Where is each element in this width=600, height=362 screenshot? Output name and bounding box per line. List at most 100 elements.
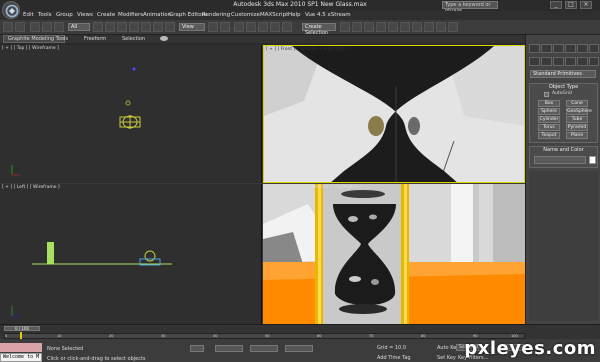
menu-views[interactable]: Views (77, 12, 93, 18)
align-icon[interactable] (352, 22, 362, 32)
menu-modifiers[interactable]: Modifiers (118, 12, 143, 18)
selection-status: None Selected (47, 346, 84, 352)
systems-icon[interactable] (589, 57, 599, 66)
menu-rendering[interactable]: Rendering (202, 12, 230, 18)
snaps-toggle-icon[interactable] (234, 22, 244, 32)
time-slider[interactable]: 0 / 100 (4, 326, 40, 331)
viewport-left-label[interactable]: [ + ] [ Left ] [ Wireframe ] (2, 185, 60, 190)
viewport-top[interactable]: [ + ] [ Top ] [ Wireframe ] (0, 45, 262, 183)
undo-icon[interactable] (3, 22, 13, 32)
viewport-left[interactable]: [ + ] [ Left ] [ Wireframe ] (0, 184, 262, 324)
object-type-title[interactable]: Object Type (530, 84, 597, 90)
maxscript-listener-mini[interactable] (0, 343, 42, 352)
named-selection-dropdown[interactable]: Create Selection Se (302, 23, 336, 42)
geosphere-button[interactable]: GeoSphere (566, 108, 592, 115)
lights-icon[interactable] (553, 57, 564, 66)
selection-tab[interactable]: Selection (122, 36, 145, 42)
scale-icon[interactable] (165, 22, 175, 32)
reference-coordinate-dropdown[interactable]: View (179, 23, 205, 31)
cylinder-button[interactable]: Cylinder (538, 116, 560, 123)
schematic-view-icon[interactable] (400, 22, 410, 32)
material-editor-icon[interactable] (412, 22, 422, 32)
edit-named-selection-icon[interactable] (282, 22, 292, 32)
timeline: 0 / 100 0 10 20 30 40 50 60 70 80 90 100 (0, 324, 600, 340)
select-object-icon[interactable] (93, 22, 103, 32)
graphite-ribbon: Graphite Modeling Tools Freeform Selecti… (0, 35, 525, 43)
create-tab-icon[interactable] (529, 44, 540, 53)
teapot-button[interactable]: Teapot (538, 132, 560, 139)
viewport-camera[interactable]: [ + ] [ Camera01 ] [ Smooth + Highlights… (263, 184, 525, 324)
menu-maxscript[interactable]: MAXScript (260, 12, 288, 18)
menu-vue[interactable]: Vue 4.5 xStream (305, 12, 351, 18)
window-crossing-icon[interactable] (129, 22, 139, 32)
autogrid-checkbox[interactable] (544, 92, 549, 97)
menu-edit[interactable]: Edit (23, 12, 34, 18)
geometry-icon[interactable] (529, 57, 540, 66)
move-icon[interactable] (141, 22, 151, 32)
z-coordinate-field[interactable] (285, 345, 313, 352)
maxscript-welcome[interactable]: Welcome to M (0, 353, 42, 362)
object-color-swatch[interactable] (589, 156, 596, 164)
mirror-icon[interactable] (340, 22, 350, 32)
graphite-toggle-icon[interactable] (376, 22, 386, 32)
cameras-icon[interactable] (565, 57, 576, 66)
viewport-front-label[interactable]: [ + ] [ Front ] [ Smooth + Highlights ] (266, 47, 350, 52)
plane-button[interactable]: Plane (566, 132, 588, 139)
tube-button[interactable]: Tube (566, 116, 588, 123)
redo-icon[interactable] (15, 22, 25, 32)
menu-help[interactable]: Help (288, 12, 301, 18)
pivot-center-icon[interactable] (208, 22, 218, 32)
y-coordinate-field[interactable] (250, 345, 278, 352)
spinner-snap-icon[interactable] (270, 22, 280, 32)
link-icon[interactable] (30, 22, 40, 32)
percent-snap-icon[interactable] (258, 22, 268, 32)
torus-button[interactable]: Torus (538, 124, 560, 131)
modify-tab-icon[interactable] (541, 44, 552, 53)
layer-manager-icon[interactable] (364, 22, 374, 32)
menu-tools[interactable]: Tools (38, 12, 52, 18)
render-production-icon[interactable] (448, 22, 458, 32)
menu-bar: Edit Tools Group Views Create Modifiers … (0, 11, 600, 20)
cone-button[interactable]: Cone (566, 100, 588, 107)
menu-animation[interactable]: Animation (143, 12, 171, 18)
bind-space-warp-icon[interactable] (54, 22, 64, 32)
hierarchy-tab-icon[interactable] (553, 44, 564, 53)
display-tab-icon[interactable] (577, 44, 588, 53)
box-button[interactable]: Box (538, 100, 560, 107)
minimize-button[interactable]: _ (550, 1, 562, 9)
shapes-icon[interactable] (541, 57, 552, 66)
freeform-tab[interactable]: Freeform (84, 36, 106, 42)
viewport-camera-label[interactable]: [ + ] [ Camera01 ] [ Smooth + Highlights… (265, 185, 361, 190)
selection-filter-dropdown[interactable]: All (68, 23, 90, 31)
name-color-title[interactable]: Name and Color (530, 147, 597, 153)
ribbon-toggle-icon[interactable] (160, 36, 168, 41)
viewport-top-label[interactable]: [ + ] [ Top ] [ Wireframe ] (2, 46, 59, 51)
rectangular-selection-icon[interactable] (117, 22, 127, 32)
rotate-icon[interactable] (153, 22, 163, 32)
menu-group[interactable]: Group (56, 12, 73, 18)
lock-selection-icon[interactable] (190, 345, 204, 352)
add-time-tag[interactable]: Add Time Tag (377, 355, 411, 361)
curve-editor-icon[interactable] (388, 22, 398, 32)
primitive-type-dropdown[interactable]: Standard Primitives (530, 70, 596, 78)
render-setup-icon[interactable] (424, 22, 434, 32)
app-menu-button[interactable] (2, 1, 20, 19)
rendered-frame-window-icon[interactable] (436, 22, 446, 32)
menu-customize[interactable]: Customize (231, 12, 260, 18)
x-coordinate-field[interactable] (215, 345, 243, 352)
pyramid-button[interactable]: Pyramid (566, 124, 588, 131)
sphere-button[interactable]: Sphere (538, 108, 560, 115)
viewport-front[interactable]: [ + ] [ Front ] [ Smooth + Highlights ] (263, 45, 525, 183)
helpers-icon[interactable] (577, 57, 588, 66)
close-button[interactable]: × (580, 1, 592, 9)
menu-create[interactable]: Create (97, 12, 115, 18)
motion-tab-icon[interactable] (565, 44, 576, 53)
select-by-name-icon[interactable] (105, 22, 115, 32)
angle-snap-icon[interactable] (246, 22, 256, 32)
maximize-button[interactable]: □ (565, 1, 577, 9)
search-input[interactable]: Type a keyword or phrase (442, 1, 498, 14)
manipulate-icon[interactable] (220, 22, 230, 32)
unlink-icon[interactable] (42, 22, 52, 32)
utilities-tab-icon[interactable] (589, 44, 599, 53)
object-name-input[interactable] (534, 156, 586, 164)
